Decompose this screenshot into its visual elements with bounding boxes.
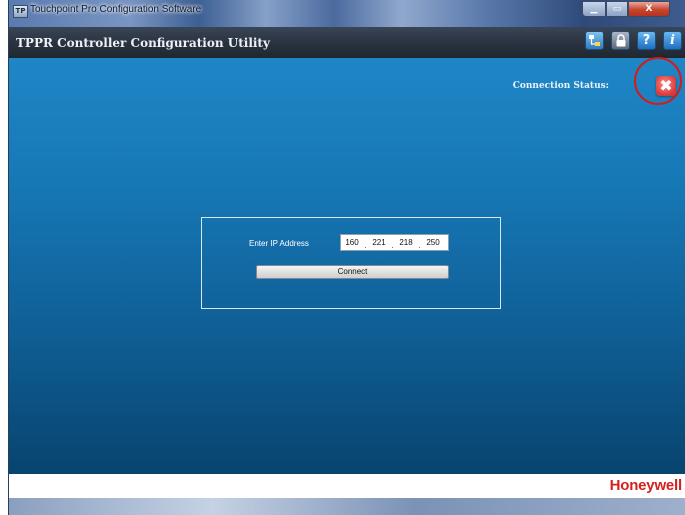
highlight-circle — [634, 57, 682, 105]
window-titlebar[interactable]: TP Touchpoint Pro Configuration Software… — [9, 0, 685, 27]
ip-octet-4[interactable]: 250 — [422, 238, 444, 247]
screen-edge — [0, 0, 8, 515]
footer-bar: Honeywell — [9, 474, 685, 498]
lock-icon[interactable] — [611, 31, 630, 50]
ip-octet-3[interactable]: 218 — [395, 238, 417, 247]
ip-address-field[interactable]: 160 . 221 . 218 . 250 — [340, 234, 449, 251]
network-settings-icon[interactable] — [585, 31, 604, 50]
window-controls: ▁ ▭ X — [582, 1, 670, 18]
app-header: TPPR Controller Configuration Utility ? … — [9, 27, 685, 58]
ip-separator: . — [391, 241, 394, 250]
minimize-button[interactable]: ▁ — [582, 1, 606, 17]
lock-glyph — [616, 34, 625, 47]
header-toolbar: ? i — [585, 31, 682, 50]
connect-button[interactable]: Connect — [256, 265, 449, 279]
network-glyph — [589, 35, 600, 46]
close-button[interactable]: X — [628, 1, 670, 17]
app-icon: TP — [13, 5, 28, 18]
ip-octet-2[interactable]: 221 — [368, 238, 390, 247]
page-title: TPPR Controller Configuration Utility — [16, 36, 270, 50]
ip-address-label: Enter IP Address — [249, 239, 309, 248]
ip-octet-1[interactable]: 160 — [341, 238, 363, 247]
info-icon[interactable]: i — [663, 31, 682, 50]
honeywell-logo: Honeywell — [609, 477, 683, 494]
connection-status-label: Connection Status: — [512, 81, 609, 91]
window-bottom-border — [9, 498, 685, 515]
window-title: Touchpoint Pro Configuration Software — [30, 4, 202, 15]
app-window: TP Touchpoint Pro Configuration Software… — [8, 0, 685, 515]
main-panel: Connection Status: ✖ Enter IP Address 16… — [9, 58, 685, 474]
ip-separator: . — [364, 241, 367, 250]
help-icon[interactable]: ? — [637, 31, 656, 50]
ip-address-panel: Enter IP Address 160 . 221 . 218 . 250 C… — [201, 217, 501, 309]
maximize-button[interactable]: ▭ — [606, 1, 628, 17]
ip-separator: . — [418, 241, 421, 250]
